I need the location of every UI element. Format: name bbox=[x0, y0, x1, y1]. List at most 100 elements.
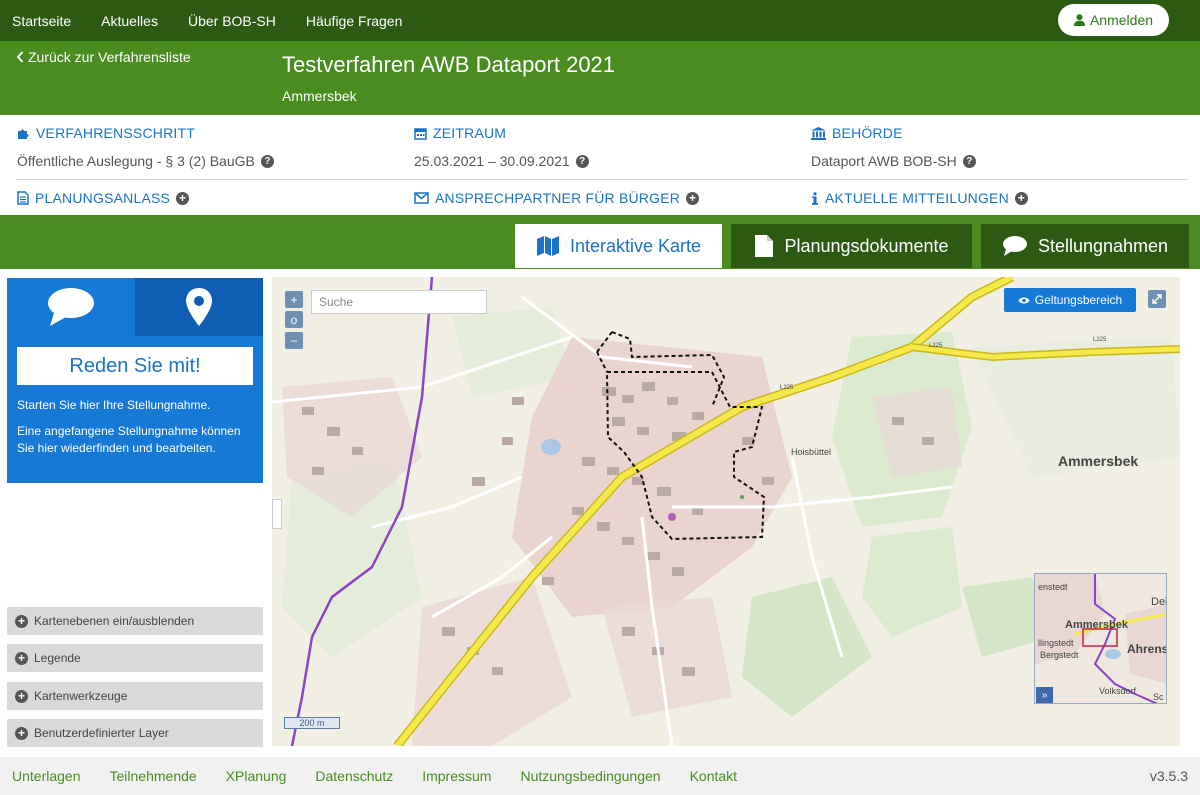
contact-toggle[interactable]: ANSPRECHPARTNER FÜR BÜRGER + bbox=[414, 190, 700, 206]
authority-value: Dataport AWB BOB-SH bbox=[811, 153, 957, 169]
plus-circle-icon: + bbox=[176, 191, 190, 205]
nav-startseite[interactable]: Startseite bbox=[12, 13, 71, 29]
plus-circle-icon: + bbox=[1014, 191, 1028, 205]
info-divider bbox=[16, 179, 1188, 180]
building-icon bbox=[811, 126, 826, 140]
accordion-legende[interactable]: + Legende bbox=[7, 644, 263, 672]
plus-circle-icon: + bbox=[15, 651, 28, 665]
map-label-l225: L225 bbox=[929, 343, 943, 349]
footer-link-unterlagen[interactable]: Unterlagen bbox=[12, 768, 81, 784]
map-label-l225: L225 bbox=[1093, 337, 1107, 343]
footer: Unterlagen Teilnehmende XPlanung Datensc… bbox=[0, 757, 1200, 795]
overview-map[interactable]: Deli Ammersbek Ahrens enstedt llingstedt… bbox=[1034, 573, 1167, 704]
footer-link-kontakt[interactable]: Kontakt bbox=[690, 768, 737, 784]
nav-aktuelles[interactable]: Aktuelles bbox=[101, 13, 158, 29]
help-icon[interactable]: ? bbox=[962, 154, 976, 168]
overview-label-bergstedt: Bergstedt bbox=[1040, 650, 1079, 660]
overview-label-delingsdorf: Deli bbox=[1151, 596, 1166, 608]
document-icon bbox=[17, 191, 29, 205]
footer-link-nutzungsbedingungen[interactable]: Nutzungsbedingungen bbox=[520, 768, 660, 784]
back-link-label: Zurück zur Verfahrensliste bbox=[28, 49, 191, 65]
overview-label-lemsahl: llingstedt bbox=[1038, 638, 1074, 648]
map-label-ammersbek: Ammersbek bbox=[1058, 453, 1139, 469]
comment-mode-tab[interactable] bbox=[7, 278, 135, 336]
reason-label: PLANUNGSANLASS bbox=[35, 190, 171, 206]
news-toggle[interactable]: AKTUELLE MITTEILUNGEN + bbox=[811, 190, 1028, 206]
help-icon[interactable]: ? bbox=[575, 154, 589, 168]
expand-icon bbox=[1152, 294, 1162, 304]
page-title: Testverfahren AWB Dataport 2021 bbox=[282, 52, 616, 77]
overview-label-volksdorf: Volksdorf bbox=[1099, 686, 1137, 696]
accordion-label: Legende bbox=[34, 651, 81, 665]
calendar-icon bbox=[414, 127, 427, 140]
speech-bubble-icon bbox=[1002, 236, 1027, 256]
tabs-bar: Interaktive Karte Planungsdokumente Stel… bbox=[0, 215, 1200, 269]
map-pin-icon bbox=[186, 288, 212, 326]
tab-stellungnahmen[interactable]: Stellungnahmen bbox=[981, 224, 1189, 268]
geltungsbereich-label: Geltungsbereich bbox=[1034, 293, 1123, 307]
help-icon[interactable]: ? bbox=[260, 154, 274, 168]
login-button[interactable]: Anmelden bbox=[1058, 4, 1169, 36]
planungsanlass-toggle[interactable]: PLANUNGSANLASS + bbox=[17, 190, 190, 206]
footer-link-impressum[interactable]: Impressum bbox=[422, 768, 491, 784]
file-icon bbox=[755, 235, 774, 257]
accordion-label: Kartenwerkzeuge bbox=[34, 689, 128, 703]
accordion-benutzerdefinierter-layer[interactable]: + Benutzerdefinierter Layer bbox=[7, 719, 263, 747]
zoom-in-button[interactable]: + bbox=[285, 291, 303, 308]
accordion-kartenwerkzeuge[interactable]: + Kartenwerkzeuge bbox=[7, 682, 263, 710]
tab-planungsdokumente[interactable]: Planungsdokumente bbox=[731, 224, 972, 268]
nav-ueber-bob-sh[interactable]: Über BOB-SH bbox=[188, 13, 276, 29]
footer-link-datenschutz[interactable]: Datenschutz bbox=[315, 768, 393, 784]
map-label-hoisbuettel: Hoisbüttel bbox=[791, 447, 832, 457]
plus-circle-icon: + bbox=[686, 191, 700, 205]
overview-label-sc: Sc bbox=[1153, 692, 1164, 702]
accordion-label: Benutzerdefinierter Layer bbox=[34, 726, 169, 740]
info-step: VERFAHRENSSCHRITT Öffentliche Auslegung … bbox=[17, 125, 274, 169]
nav-haeufige-fragen[interactable]: Häufige Fragen bbox=[306, 13, 403, 29]
interactive-map[interactable]: Hoisbüttel Ammersbek L225 L225 L225 + o … bbox=[272, 277, 1180, 746]
accordion-kartenebenen[interactable]: + Kartenebenen ein/ausblenden bbox=[7, 607, 263, 635]
reden-sie-mit-button[interactable]: Reden Sie mit! bbox=[17, 347, 253, 385]
overview-label-bargteheide: enstedt bbox=[1038, 582, 1068, 592]
fullscreen-button[interactable] bbox=[1148, 290, 1166, 308]
footer-link-xplanung[interactable]: XPlanung bbox=[226, 768, 287, 784]
overview-toggle-button[interactable]: » bbox=[1036, 687, 1053, 703]
footer-link-teilnehmende[interactable]: Teilnehmende bbox=[110, 768, 197, 784]
procedure-info: VERFAHRENSSCHRITT Öffentliche Auslegung … bbox=[0, 115, 1200, 215]
puzzle-icon bbox=[18, 129, 29, 139]
talk-hint: Starten Sie hier Ihre Stellungnahme. bbox=[17, 398, 211, 412]
tab-label: Interaktive Karte bbox=[569, 235, 702, 256]
period-value: 25.03.2021 – 30.09.2021 bbox=[414, 153, 570, 169]
top-navigation: Startseite Aktuelles Über BOB-SH Häufige… bbox=[0, 0, 1200, 41]
tab-label: Stellungnahmen bbox=[1037, 235, 1169, 256]
map-icon bbox=[536, 236, 559, 256]
envelope-icon bbox=[414, 192, 429, 204]
plus-circle-icon: + bbox=[15, 726, 28, 740]
map-search-input[interactable]: Suche bbox=[311, 290, 487, 314]
contact-label: ANSPRECHPARTNER FÜR BÜRGER bbox=[435, 190, 681, 206]
zoom-reset-button[interactable]: o bbox=[285, 311, 303, 328]
map-workspace: Reden Sie mit! Starten Sie hier Ihre Ste… bbox=[0, 269, 1200, 757]
tab-label: Planungsdokumente bbox=[784, 235, 949, 256]
info-authority: BEHÖRDE Dataport AWB BOB-SH ? bbox=[811, 125, 976, 169]
map-label-l225: L225 bbox=[780, 385, 794, 391]
version-label: v3.5.3 bbox=[1149, 768, 1188, 784]
info-period: ZEITRAUM 25.03.2021 – 30.09.2021 ? bbox=[414, 125, 589, 169]
geltungsbereich-button[interactable]: Geltungsbereich bbox=[1004, 288, 1136, 312]
zoom-out-button[interactable]: − bbox=[285, 332, 303, 349]
overview-label-ammersbek: Ammersbek bbox=[1065, 619, 1128, 631]
user-icon bbox=[1073, 14, 1085, 26]
plus-circle-icon: + bbox=[15, 614, 28, 628]
authority-label: BEHÖRDE bbox=[832, 125, 903, 141]
step-label: VERFAHRENSSCHRITT bbox=[36, 125, 195, 141]
procedure-header: Zurück zur Verfahrensliste Testverfahren… bbox=[0, 41, 1200, 115]
chevron-left-icon bbox=[16, 51, 24, 63]
participation-panel: Reden Sie mit! Starten Sie hier Ihre Ste… bbox=[7, 278, 263, 483]
info-icon bbox=[812, 191, 818, 205]
overview-label-ahrensburg: Ahrens bbox=[1127, 642, 1167, 656]
news-label: AKTUELLE MITTEILUNGEN bbox=[825, 190, 1009, 206]
panel-resize-handle[interactable] bbox=[272, 499, 282, 529]
tab-interaktive-karte[interactable]: Interaktive Karte bbox=[515, 224, 722, 268]
back-link[interactable]: Zurück zur Verfahrensliste bbox=[16, 49, 191, 65]
location-mode-tab[interactable] bbox=[135, 278, 263, 336]
